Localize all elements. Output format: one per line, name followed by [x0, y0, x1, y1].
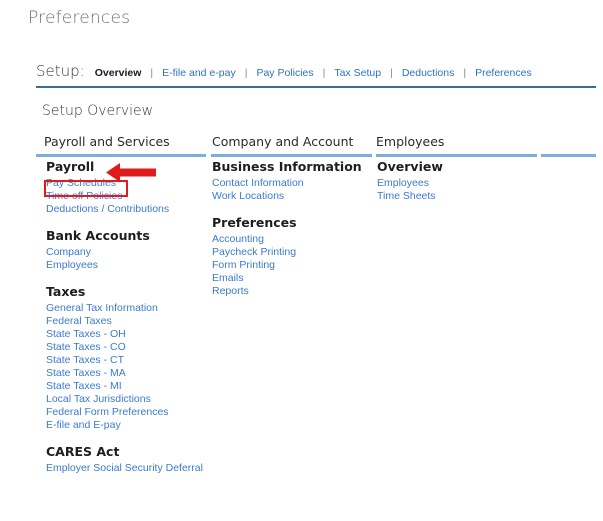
link-group-overview: Overview Employees Time Sheets [377, 158, 537, 203]
link-time-sheets[interactable]: Time Sheets [377, 190, 537, 203]
setup-nav-item-pay-policies[interactable]: Pay Policies [256, 67, 313, 79]
link-group-taxes: Taxes General Tax Information Federal Taxe… [46, 283, 211, 432]
setup-nav-item-overview: Overview [94, 67, 142, 79]
link-state-taxes-ct[interactable]: State Taxes - CT [46, 354, 211, 367]
link-group-preferences: Preferences Accounting Paycheck Printing Fo… [212, 214, 372, 298]
link-work-locations[interactable]: Work Locations [212, 190, 372, 203]
link-state-taxes-mi[interactable]: State Taxes - MI [46, 380, 211, 393]
column-header-2: Company and Account [212, 134, 354, 149]
link-deductions-contributions[interactable]: Deductions / Contributions [46, 203, 211, 216]
setup-nav-item-tax-setup[interactable]: Tax Setup [334, 67, 381, 79]
column-underline-1 [36, 154, 206, 157]
link-general-tax-information[interactable]: General Tax Information [46, 302, 211, 315]
group-title-cares-act: CARES Act [46, 444, 120, 459]
link-federal-form-preferences[interactable]: Federal Form Preferences [46, 406, 211, 419]
link-local-tax-jurisdictions[interactable]: Local Tax Jurisdictions [46, 393, 211, 406]
group-title-preferences: Preferences [212, 215, 297, 230]
link-state-taxes-ma[interactable]: State Taxes - MA [46, 367, 211, 380]
nav-separator: | [390, 67, 393, 79]
setup-nav-underline [36, 86, 596, 88]
column-underline-2 [211, 154, 372, 157]
nav-separator: | [463, 67, 467, 79]
group-title-business-information: Business Information [212, 159, 362, 174]
column-body-2: Business Information Contact Information W… [212, 158, 372, 309]
column-body-3: Overview Employees Time Sheets [377, 158, 537, 214]
link-employees[interactable]: Employees [46, 259, 211, 272]
link-time-off-policies[interactable]: Time off Policies [46, 190, 211, 203]
setup-nav-label: Setup: [36, 62, 85, 80]
group-title-bank-accounts: Bank Accounts [46, 228, 150, 243]
setup-overview-heading: Setup Overview [42, 103, 154, 119]
column-header-3: Employees [376, 134, 445, 149]
link-form-printing[interactable]: Form Printing [212, 259, 372, 272]
link-federal-taxes[interactable]: Federal Taxes [46, 315, 211, 328]
link-pay-schedules[interactable]: Pay Schedules [46, 177, 211, 190]
link-contact-information[interactable]: Contact Information [212, 177, 372, 190]
column-body-1: Payroll Pay Schedules Time off Policies Ded… [46, 158, 211, 486]
setup-nav-item-deductions[interactable]: Deductions [402, 67, 455, 79]
link-employer-social-security-deferral[interactable]: Employer Social Security Deferral [46, 462, 211, 475]
setup-nav-bar: Setup: Overview | E-file and e-pay | Pay Pol… [36, 62, 596, 84]
link-employees[interactable]: Employees [377, 177, 537, 190]
column-underline-4 [541, 154, 596, 157]
setup-nav-item-preferences[interactable]: Preferences [475, 67, 532, 79]
column-underline-3 [376, 154, 537, 157]
column-bodies: Payroll Pay Schedules Time off Policies Ded… [36, 158, 596, 518]
group-title-payroll: Payroll [46, 159, 95, 174]
link-group-bank-accounts: Bank Accounts Company Employees [46, 227, 211, 272]
page-title: Preferences [28, 8, 131, 28]
link-group-business-information: Business Information Contact Information W… [212, 158, 372, 203]
link-company[interactable]: Company [46, 246, 211, 259]
column-headers: Payroll and Services Company and Account E… [36, 134, 596, 158]
link-paycheck-printing[interactable]: Paycheck Printing [212, 246, 372, 259]
link-group-cares-act: CARES Act Employer Social Security Deferr… [46, 443, 211, 475]
setup-nav-item-e-file-and-e-pay[interactable]: E-file and e-pay [162, 67, 236, 79]
nav-separator: | [150, 67, 154, 79]
link-accounting[interactable]: Accounting [212, 233, 372, 246]
link-e-file-and-e-pay[interactable]: E-file and E-pay [46, 419, 211, 432]
link-state-taxes-oh[interactable]: State Taxes - OH [46, 328, 211, 341]
setup-overview-columns: Payroll and Services Company and Account E… [36, 134, 596, 518]
link-emails[interactable]: Emails [212, 272, 372, 285]
nav-separator: | [322, 67, 326, 79]
link-group-payroll: Payroll Pay Schedules Time off Policies Ded… [46, 158, 211, 216]
group-title-taxes: Taxes [46, 284, 86, 299]
column-header-1: Payroll and Services [44, 134, 170, 149]
group-title-overview: Overview [377, 159, 443, 174]
link-state-taxes-co[interactable]: State Taxes - CO [46, 341, 211, 354]
link-reports[interactable]: Reports [212, 285, 372, 298]
setup-nav-items: Overview | E-file and e-pay | Pay Policies | T… [95, 63, 532, 81]
nav-separator: | [244, 67, 248, 79]
